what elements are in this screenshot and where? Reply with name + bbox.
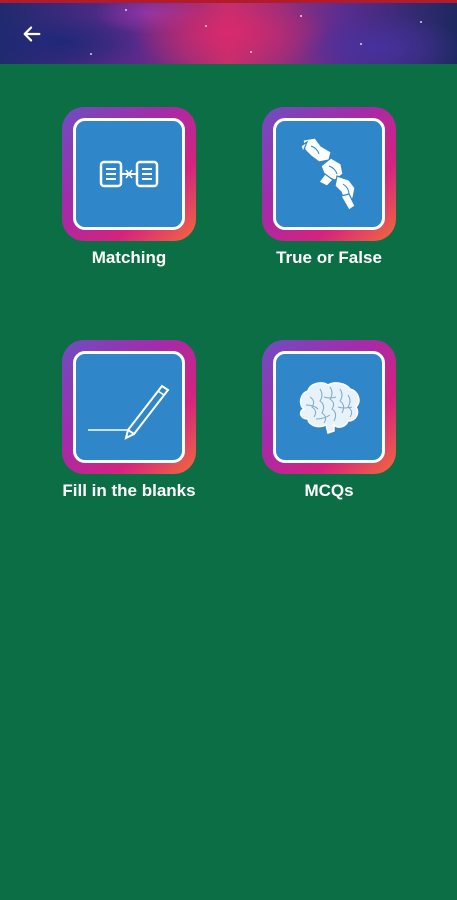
tile-frame (262, 107, 396, 241)
star-decoration (300, 15, 302, 17)
tile-label: Fill in the blanks (62, 481, 196, 500)
quiz-type-grid: Matching True or False Fill in the blank… (0, 64, 457, 900)
star-decoration (205, 25, 207, 27)
back-button[interactable] (14, 19, 50, 49)
tile-frame (62, 340, 196, 474)
brain-icon (299, 382, 360, 434)
tile-fill-in-the-blanks[interactable]: Fill in the blanks (29, 340, 229, 502)
tile-matching[interactable]: Matching (29, 107, 229, 269)
star-decoration (125, 9, 127, 11)
tile-label: Matching (91, 248, 167, 267)
pencil-icon (88, 384, 170, 440)
tile-frame (62, 107, 196, 241)
app-header (0, 3, 457, 64)
tile-label: True or False (276, 248, 382, 267)
tile-label: MCQs (304, 481, 354, 500)
true-false-icon (300, 137, 356, 211)
arrow-left-icon (23, 26, 41, 42)
tile-icon-box (273, 351, 385, 463)
tile-icon-box (273, 118, 385, 230)
tile-true-or-false[interactable]: True or False (229, 107, 429, 269)
star-decoration (360, 43, 362, 45)
star-decoration (420, 21, 422, 23)
star-decoration (250, 51, 252, 53)
tile-mcqs[interactable]: MCQs (229, 340, 429, 502)
tile-frame (262, 340, 396, 474)
tile-icon-box (73, 118, 185, 230)
tile-icon-box (73, 351, 185, 463)
star-decoration (90, 53, 92, 55)
matching-icon (99, 160, 159, 188)
